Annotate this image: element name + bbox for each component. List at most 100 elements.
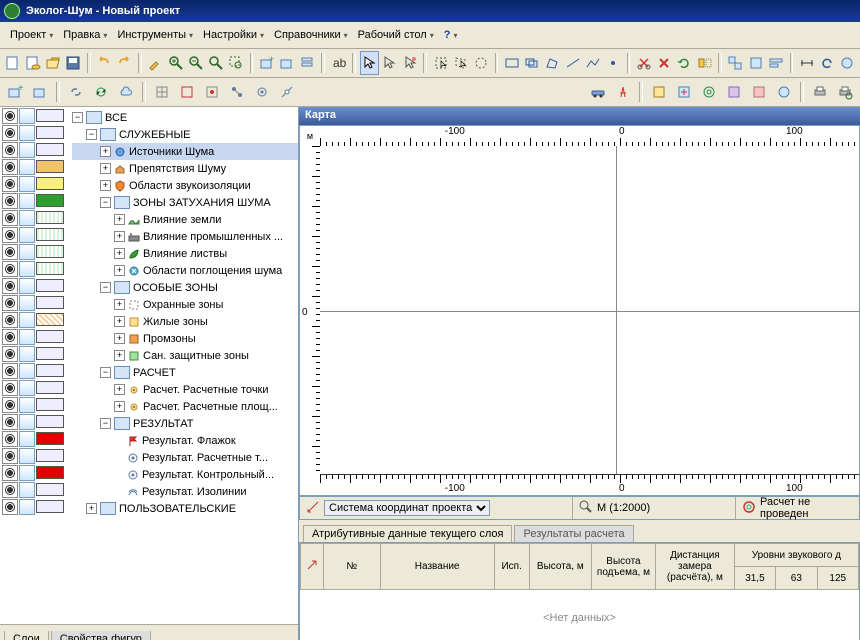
page-icon[interactable] xyxy=(19,142,35,158)
swatch[interactable] xyxy=(36,449,64,462)
expand-icon[interactable]: − xyxy=(72,112,83,123)
expand-icon[interactable]: + xyxy=(114,384,125,395)
tree-node[interactable]: −СЛУЖЕБНЫЕ xyxy=(72,126,298,143)
tree-node[interactable]: −ВСЕ xyxy=(72,109,298,126)
menu-6[interactable]: ?▾ xyxy=(440,27,462,43)
swatch[interactable] xyxy=(36,296,64,309)
swatch[interactable] xyxy=(36,109,64,122)
swatch[interactable] xyxy=(36,211,64,224)
tree-node[interactable]: Результат. Изолинии xyxy=(72,483,298,500)
zoom-in-icon[interactable] xyxy=(166,51,185,75)
select-rect-icon[interactable] xyxy=(431,51,450,75)
expand-icon[interactable]: + xyxy=(114,265,125,276)
tree-node[interactable]: +Жилые зоны xyxy=(72,313,298,330)
crs-select[interactable]: Система координат проекта xyxy=(324,500,490,516)
swatch[interactable] xyxy=(36,279,64,292)
page-icon[interactable] xyxy=(19,210,35,226)
swatch[interactable] xyxy=(36,228,64,241)
rotate-icon[interactable] xyxy=(675,51,694,75)
col-125[interactable]: 125 xyxy=(817,567,858,590)
tool-calc3-icon[interactable] xyxy=(697,80,721,104)
print2-icon[interactable] xyxy=(833,80,857,104)
pointer-move-icon[interactable] xyxy=(380,51,399,75)
layer-add-icon[interactable]: + xyxy=(3,80,27,104)
layers-list-icon[interactable] xyxy=(298,51,317,75)
link-icon[interactable] xyxy=(64,80,88,104)
tree-node[interactable]: +Влияние листвы xyxy=(72,245,298,262)
expand-icon[interactable]: + xyxy=(114,231,125,242)
tool-calc2-icon[interactable] xyxy=(672,80,696,104)
tree-node[interactable]: +Препятствия Шуму xyxy=(72,160,298,177)
page-icon[interactable] xyxy=(19,312,35,328)
eye-icon[interactable] xyxy=(2,244,18,260)
cloud-icon[interactable] xyxy=(114,80,138,104)
page-icon[interactable] xyxy=(19,380,35,396)
data-grid[interactable]: № Название Исп. Высота, м Высота подъема… xyxy=(299,542,860,640)
swatch[interactable] xyxy=(36,466,64,479)
swatch[interactable] xyxy=(36,398,64,411)
new-icon[interactable] xyxy=(3,51,22,75)
print-icon[interactable] xyxy=(808,80,832,104)
eye-icon[interactable] xyxy=(2,295,18,311)
eye-icon[interactable] xyxy=(2,227,18,243)
page-icon[interactable] xyxy=(19,125,35,141)
tree-node[interactable]: +Области поглощения шума xyxy=(72,262,298,279)
eye-icon[interactable] xyxy=(2,482,18,498)
point-icon[interactable] xyxy=(603,51,622,75)
swatch[interactable] xyxy=(36,177,64,190)
map-canvas[interactable]: м -1000100 0 -1000100 xyxy=(299,125,860,496)
page-icon[interactable] xyxy=(19,159,35,175)
menu-2[interactable]: Инструменты▾ xyxy=(113,27,197,43)
swatch[interactable] xyxy=(36,143,64,156)
swatch[interactable] xyxy=(36,500,64,513)
page-icon[interactable] xyxy=(19,295,35,311)
expand-icon[interactable]: + xyxy=(114,248,125,259)
tool-car-icon[interactable] xyxy=(586,80,610,104)
tab-shape-props[interactable]: Свойства фигур xyxy=(51,631,151,640)
new-db-icon[interactable] xyxy=(23,51,42,75)
page-icon[interactable] xyxy=(19,397,35,413)
save-icon[interactable] xyxy=(64,51,83,75)
expand-icon[interactable]: + xyxy=(114,401,125,412)
eye-icon[interactable] xyxy=(2,193,18,209)
node-snap3-icon[interactable] xyxy=(275,80,299,104)
eye-icon[interactable] xyxy=(2,448,18,464)
poly-icon[interactable] xyxy=(543,51,562,75)
page-icon[interactable] xyxy=(19,431,35,447)
layer-tree[interactable]: −ВСЕ−СЛУЖЕБНЫЕ+Источники Шума+Препятстви… xyxy=(72,107,298,624)
layer-icon[interactable] xyxy=(28,80,52,104)
tree-node[interactable]: −РАСЧЕТ xyxy=(72,364,298,381)
expand-icon[interactable]: + xyxy=(100,163,111,174)
expand-icon[interactable]: + xyxy=(114,316,125,327)
swatch[interactable] xyxy=(36,126,64,139)
expand-icon[interactable]: − xyxy=(100,197,111,208)
page-icon[interactable] xyxy=(19,414,35,430)
eye-icon[interactable] xyxy=(2,176,18,192)
node-snap-icon[interactable] xyxy=(225,80,249,104)
swatch[interactable] xyxy=(36,262,64,275)
zoom-out-icon[interactable] xyxy=(186,51,205,75)
tab-attr-data[interactable]: Атрибутивные данные текущего слоя xyxy=(303,525,512,542)
tree-node[interactable]: +Сан. защитные зоны xyxy=(72,347,298,364)
page-icon[interactable] xyxy=(19,261,35,277)
expand-icon[interactable]: + xyxy=(114,214,125,225)
layers-add-icon[interactable]: + xyxy=(257,51,276,75)
select-free-icon[interactable] xyxy=(471,51,490,75)
group2-icon[interactable] xyxy=(746,51,765,75)
page-icon[interactable] xyxy=(19,448,35,464)
eye-icon[interactable] xyxy=(2,142,18,158)
page-icon[interactable] xyxy=(19,363,35,379)
expand-icon[interactable]: + xyxy=(86,503,97,514)
tool-calc5-icon[interactable] xyxy=(747,80,771,104)
page-icon[interactable] xyxy=(19,278,35,294)
redo-icon[interactable] xyxy=(115,51,134,75)
col-31[interactable]: 31,5 xyxy=(734,567,775,590)
eye-icon[interactable] xyxy=(2,312,18,328)
grid-snap2-icon[interactable] xyxy=(175,80,199,104)
page-icon[interactable] xyxy=(19,346,35,362)
swatch[interactable] xyxy=(36,313,64,326)
rect-icon[interactable] xyxy=(502,51,521,75)
eye-icon[interactable] xyxy=(2,499,18,515)
eye-icon[interactable] xyxy=(2,261,18,277)
menu-4[interactable]: Справочники▾ xyxy=(270,27,352,43)
